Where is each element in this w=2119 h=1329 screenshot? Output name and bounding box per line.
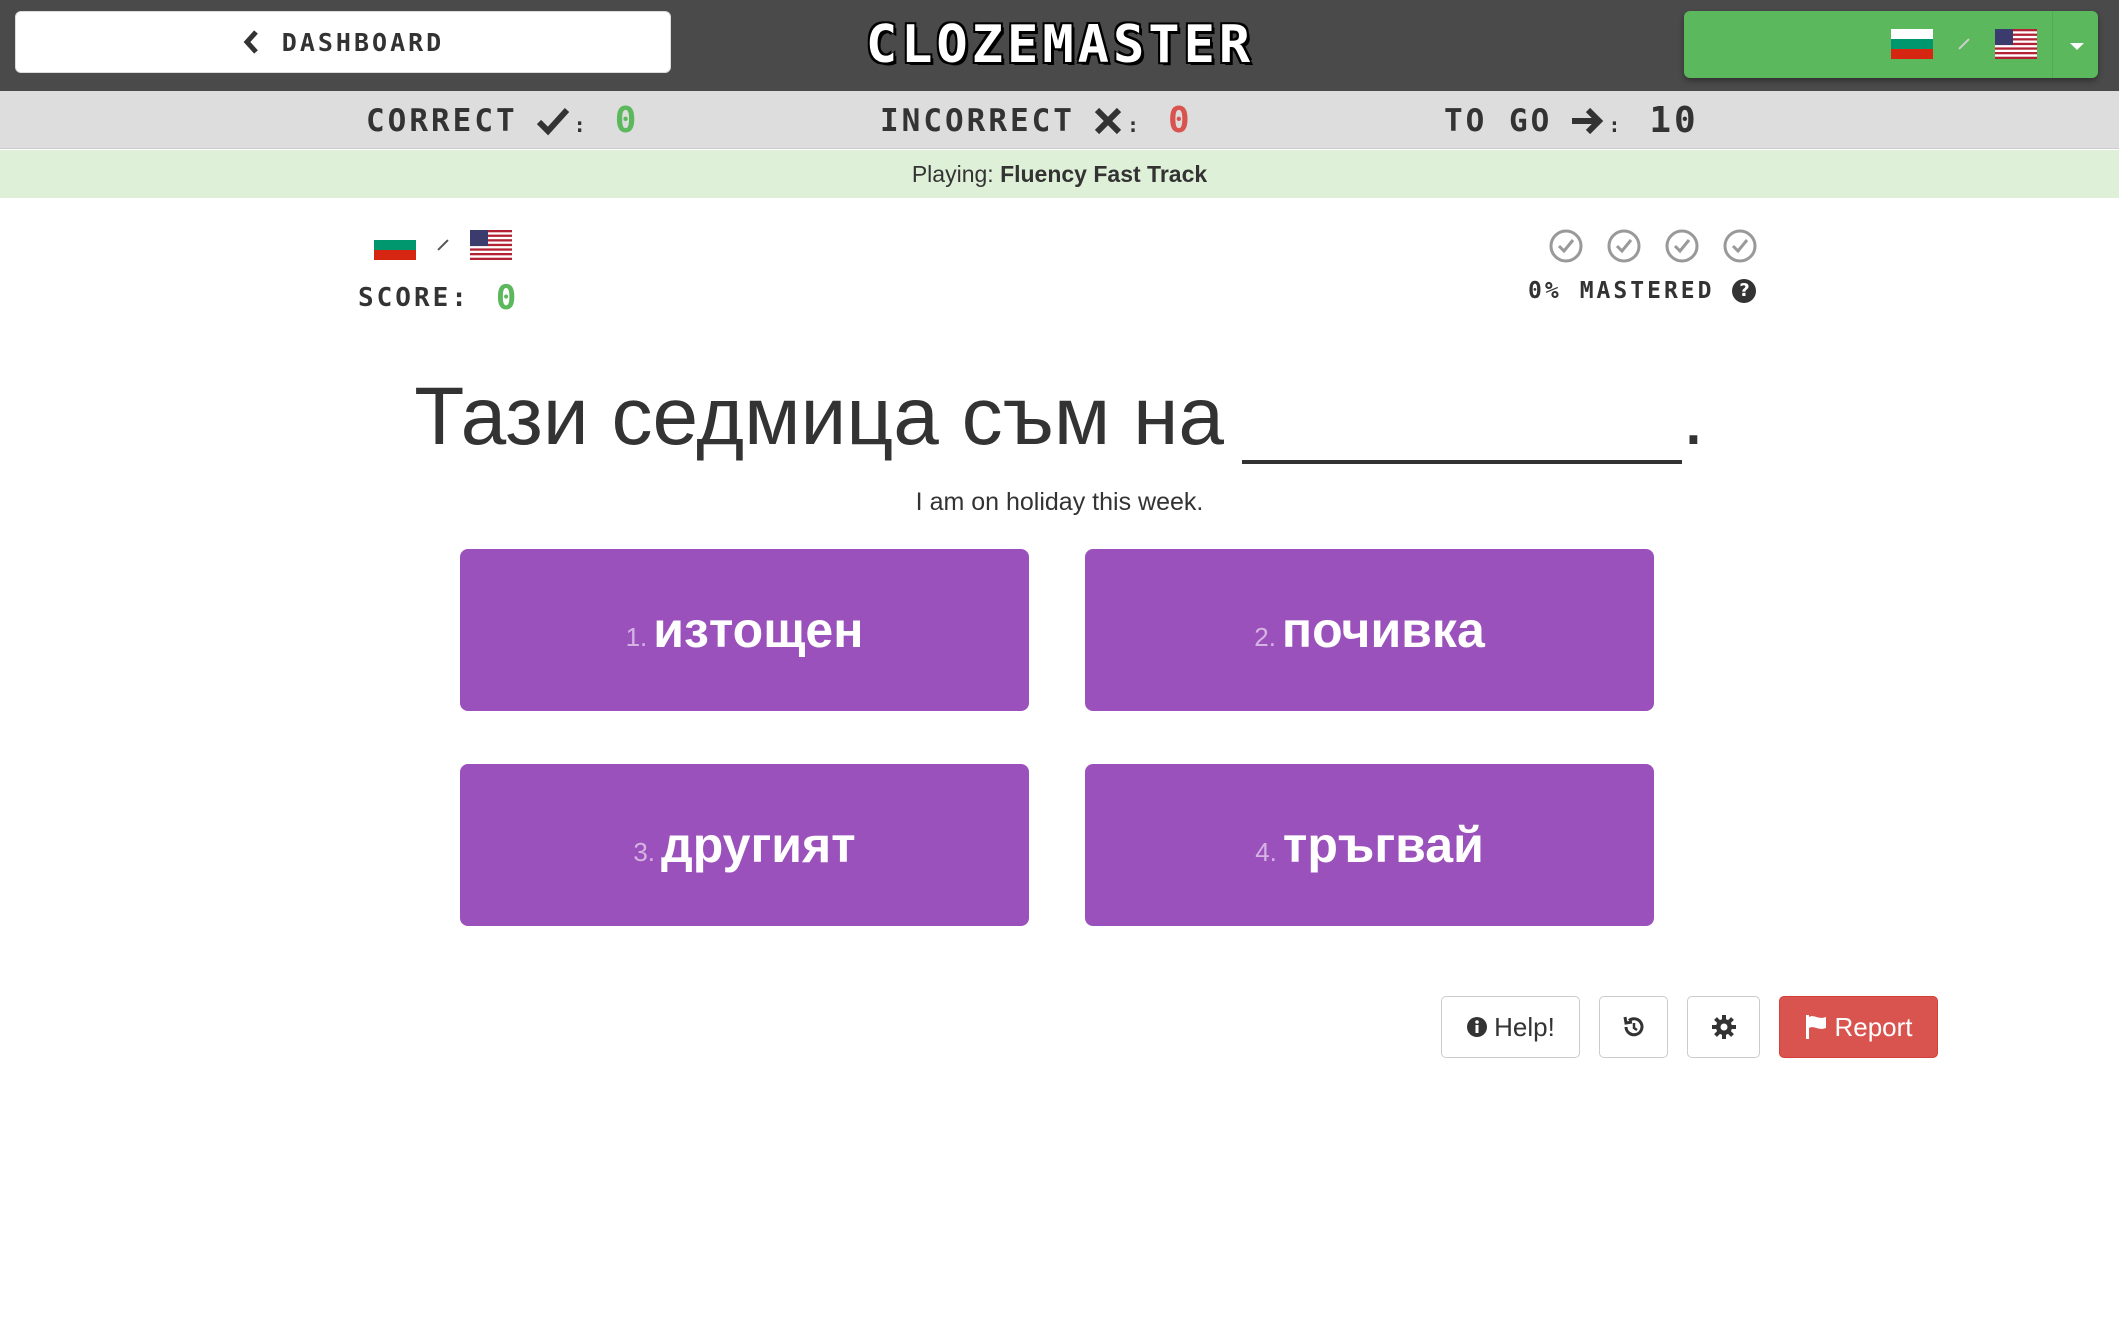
mastery-check-icon — [1607, 229, 1641, 263]
language-pair-flags — [1891, 29, 2037, 59]
settings-button[interactable] — [1687, 996, 1760, 1058]
x-icon — [1094, 107, 1122, 134]
score-line: SCORE: 0 — [358, 278, 519, 318]
incorrect-stat: INCORRECT : 0 — [880, 100, 1193, 141]
sentence-end: . — [1681, 371, 1705, 462]
choice-number: 1. — [625, 621, 648, 652]
sentence-text: Тази седмица съм на — [414, 371, 1224, 462]
score-label: SCORE: — [358, 283, 470, 313]
playing-banner: Playing: Fluency Fast Track — [0, 150, 2119, 198]
mastery-check-icon — [1665, 229, 1699, 263]
choice-word: другият — [661, 817, 856, 873]
correct-label: CORRECT — [366, 102, 518, 139]
choice-button-4[interactable]: 4. тръгвай — [1085, 764, 1654, 926]
mastery-check-icon — [1549, 229, 1583, 263]
choice-number: 4. — [1255, 836, 1277, 867]
mastery-check-icon — [1723, 229, 1757, 263]
help-button[interactable]: Help! — [1441, 996, 1580, 1058]
sentence-language-flags — [374, 230, 519, 260]
cloze-sentence: Тази седмица съм на. — [0, 370, 2119, 464]
mastery-checks — [1548, 228, 1780, 264]
mastery-panel: 0% MASTERED ? — [1528, 228, 1780, 304]
choice-number: 2. — [1254, 621, 1276, 652]
to-go-value: 10 — [1649, 100, 1699, 141]
flag-separator — [1958, 38, 1970, 50]
choice-button-3[interactable]: 3. другият — [460, 764, 1029, 926]
choice-word: тръгвай — [1282, 817, 1484, 873]
to-go-stat: TO GO : 10 — [1444, 100, 1699, 141]
choice-number: 3. — [633, 836, 656, 867]
correct-stat: CORRECT : 0 — [366, 100, 640, 141]
to-go-label: TO GO — [1444, 102, 1553, 139]
dashboard-button[interactable]: DASHBOARD — [15, 11, 671, 73]
sentence-translation: I am on holiday this week. — [915, 488, 1204, 516]
help-label: Help! — [1494, 1011, 1555, 1042]
playing-mode: Fluency Fast Track — [1000, 161, 1208, 187]
correct-value: 0 — [614, 100, 640, 141]
choice-button-1[interactable]: 1. изтощен — [460, 549, 1029, 711]
report-button[interactable]: Report — [1779, 996, 1938, 1058]
dashboard-label: DASHBOARD — [281, 27, 445, 57]
undo-button[interactable] — [1599, 996, 1668, 1058]
chevron-left-icon — [242, 27, 264, 57]
language-pair-dropdown[interactable] — [1684, 11, 2098, 78]
mastered-percent: 0% — [1528, 278, 1562, 304]
question-circle-icon[interactable]: ? — [1732, 279, 1757, 303]
top-bar: DASHBOARD CLOZEMASTER — [0, 0, 2119, 91]
dropdown-divider — [2052, 11, 2053, 78]
usa-flag-icon — [470, 230, 512, 260]
incorrect-label: INCORRECT — [880, 102, 1075, 139]
choice-word: изтощен — [653, 602, 864, 658]
report-label: Report — [1834, 1011, 1913, 1042]
arrow-right-icon — [1572, 107, 1604, 134]
flag-separator — [437, 239, 449, 251]
check-icon — [536, 107, 569, 135]
flag-icon — [1806, 1015, 1827, 1039]
bulgaria-flag-icon — [374, 230, 416, 260]
incorrect-value: 0 — [1168, 100, 1193, 141]
choice-word: почивка — [1281, 602, 1485, 658]
stats-bar: CORRECT : 0 INCORRECT : 0 TO GO : 10 — [0, 91, 2119, 149]
choice-button-2[interactable]: 2. почивка — [1085, 549, 1654, 711]
gear-icon — [1711, 1015, 1736, 1039]
score-panel: SCORE: 0 — [358, 230, 519, 318]
usa-flag-icon — [1995, 29, 2037, 59]
score-value: 0 — [495, 278, 520, 318]
app-logo[interactable]: CLOZEMASTER — [800, 12, 1320, 78]
history-icon — [1623, 1016, 1643, 1037]
answer-blank — [1241, 380, 1682, 464]
mastered-line: 0% MASTERED ? — [1528, 278, 1780, 304]
mastered-label: MASTERED — [1579, 278, 1715, 304]
caret-down-icon — [2070, 43, 2084, 50]
info-circle-icon — [1467, 1017, 1488, 1037]
playing-prefix: Playing: — [911, 161, 994, 187]
bulgaria-flag-icon — [1891, 29, 1933, 59]
